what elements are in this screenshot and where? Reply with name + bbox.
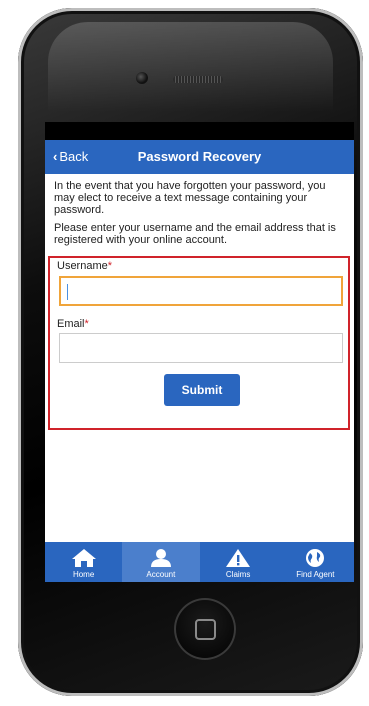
home-button[interactable] — [174, 598, 236, 660]
instruction-paragraph-1: In the event that you have forgotten you… — [54, 180, 326, 216]
username-label: Username* — [57, 260, 112, 272]
earpiece-speaker — [173, 76, 223, 83]
tab-account[interactable]: Account — [122, 542, 200, 582]
email-label: Email* — [57, 318, 89, 330]
instructions: In the event that you have forgotten you… — [45, 174, 354, 246]
instruction-paragraph-2: Please enter your username and the email… — [54, 222, 336, 246]
required-mark: * — [107, 260, 113, 272]
submit-button[interactable]: Submit — [164, 374, 240, 406]
globe-icon — [306, 549, 325, 567]
email-input[interactable] — [59, 333, 343, 363]
required-mark: * — [84, 318, 89, 330]
phone-screen: ‹ Back Password Recovery In the event th… — [45, 122, 354, 582]
tab-claims[interactable]: Claims — [200, 542, 277, 582]
tab-home[interactable]: Home — [45, 542, 122, 582]
recovery-form: Username* Email* Submit — [48, 256, 350, 430]
home-icon — [71, 549, 96, 567]
tab-claims-label: Claims — [225, 570, 251, 579]
username-label-text: Username — [57, 260, 108, 272]
username-input[interactable] — [59, 276, 343, 306]
account-icon — [150, 549, 171, 567]
tab-account-label: Account — [146, 570, 176, 579]
front-camera — [136, 72, 148, 84]
text-caret — [67, 284, 68, 300]
phone-glare — [48, 22, 333, 112]
tab-find-agent-label: Find Agent — [296, 570, 335, 579]
status-bar — [45, 122, 354, 140]
page-title: Password Recovery — [137, 149, 262, 164]
warning-icon — [226, 549, 251, 567]
tab-find-agent[interactable]: Find Agent — [277, 542, 354, 582]
home-button-square-icon — [195, 619, 216, 640]
nav-bar: ‹ Back Password Recovery — [45, 140, 354, 174]
email-label-text: Email — [57, 318, 85, 330]
tab-bar: Home Account Claims Find Agent — [45, 542, 354, 582]
tab-home-label: Home — [72, 570, 95, 579]
